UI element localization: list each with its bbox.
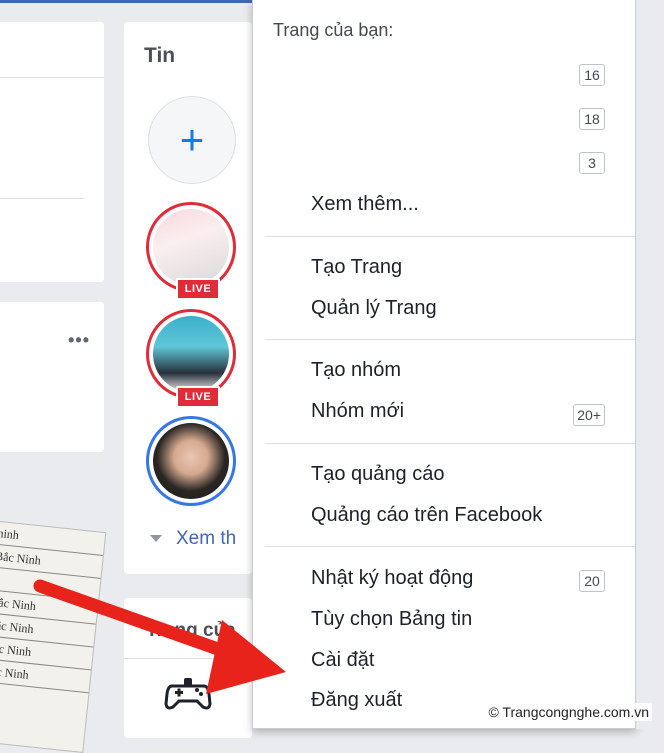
document-photo: ninh Bắc Ninh Bắc Ninh Bắc Ninh Bắc Ninh… (0, 520, 107, 753)
menu-separator (265, 339, 635, 340)
activity-log-badge: 20 (579, 570, 605, 592)
facebook-ads-item[interactable]: Quảng cáo trên Facebook (311, 504, 542, 527)
account-dropdown-menu: Trang của bạn: 16 18 3 Xem thêm... Tạo T… (252, 0, 636, 729)
story-thumbnail (153, 316, 229, 392)
live-badge: LIVE (176, 386, 220, 408)
see-more-pages-item[interactable]: Xem thêm... (311, 193, 419, 216)
chevron-down-icon (150, 535, 162, 543)
activity-log-item[interactable]: Nhật ký hoạt động (311, 567, 473, 590)
news-feed-preferences-item[interactable]: Tùy chọn Bảng tin (311, 608, 472, 631)
divider (0, 77, 104, 78)
left-post-card: ••• (0, 302, 104, 452)
menu-separator (265, 236, 635, 237)
your-pages-header: Trang của bạn: (273, 20, 394, 40)
create-page-item[interactable]: Tạo Trang (311, 256, 402, 279)
log-out-item[interactable]: Đăng xuất (311, 689, 402, 712)
stories-title: Tin (144, 44, 176, 67)
plus-icon: + (179, 116, 205, 163)
new-groups-item[interactable]: Nhóm mới (311, 400, 404, 423)
your-pages-title: Trang của (146, 620, 236, 641)
left-feed-card (0, 22, 104, 282)
divider (124, 658, 252, 659)
add-story-button[interactable]: + (148, 96, 236, 184)
settings-item[interactable]: Cài đặt (311, 649, 374, 672)
menu-separator (265, 443, 635, 444)
menu-separator (265, 546, 635, 547)
more-options-icon[interactable]: ••• (68, 330, 90, 351)
page-gutter (636, 0, 664, 729)
see-more-stories-label: Xem th (176, 528, 237, 549)
see-more-stories-link[interactable]: Xem th (150, 528, 236, 550)
story-thumbnail (153, 209, 229, 285)
your-pages-card: Trang của (124, 598, 252, 738)
live-badge: LIVE (176, 278, 220, 300)
create-group-item[interactable]: Tạo nhóm (311, 359, 401, 382)
page-notification-badge: 16 (579, 64, 605, 86)
stories-card: Tin + LIVE LIVE Xem th (124, 22, 252, 574)
story-thumbnail (153, 423, 229, 499)
divider (0, 198, 84, 199)
new-groups-badge: 20+ (573, 404, 605, 426)
page-notification-badge: 3 (579, 152, 605, 174)
manage-pages-item[interactable]: Quản lý Trang (311, 297, 437, 320)
gamepad-icon (164, 678, 212, 710)
create-ad-item[interactable]: Tạo quảng cáo (311, 463, 444, 486)
page-notification-badge: 18 (579, 108, 605, 130)
story-avatar[interactable] (146, 416, 236, 506)
watermark: © Trangcongnghe.com.vn (485, 703, 652, 721)
